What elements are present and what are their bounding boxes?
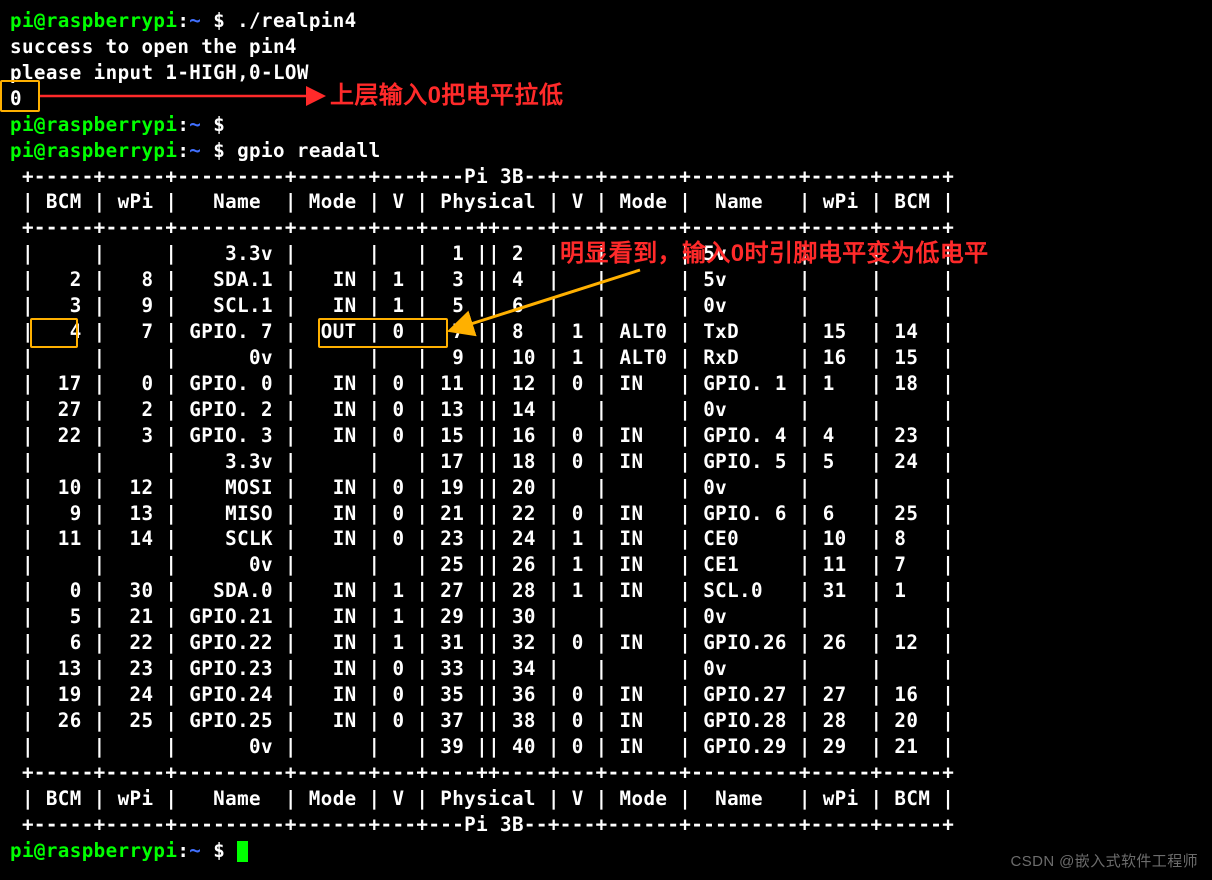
watermark: CSDN @嵌入式软件工程师 — [1011, 852, 1199, 872]
annotation-pin-low: 明显看到，输入0时引脚电平变为低电平 — [560, 238, 989, 270]
cursor — [237, 841, 248, 862]
annotation-input-low: 上层输入0把电平拉低 — [330, 80, 563, 112]
terminal-output: pi@raspberrypi:~ $ ./realpin4 success to… — [10, 8, 1202, 863]
